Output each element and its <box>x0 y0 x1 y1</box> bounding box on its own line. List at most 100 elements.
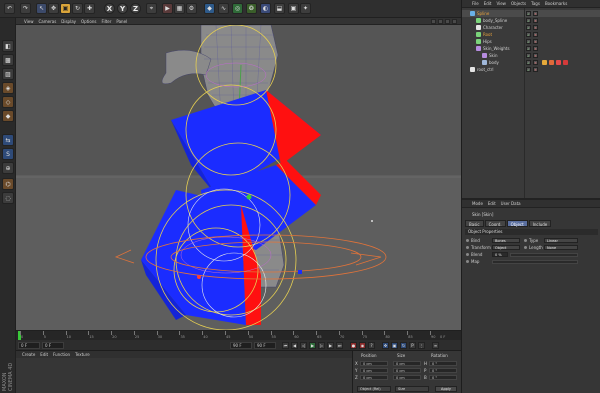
map-animate-dot[interactable] <box>466 260 469 263</box>
size-z-field[interactable]: 0 cm <box>393 375 421 380</box>
locked-workplane-icon[interactable]: ◌ <box>2 192 14 204</box>
joint-marker-red[interactable] <box>197 275 201 279</box>
viewport-menu-filter[interactable]: Filter <box>101 19 111 24</box>
objects-menu-bookmarks[interactable]: Bookmarks <box>545 1 567 6</box>
material-menu-edit[interactable]: Edit <box>40 352 48 357</box>
play-icon[interactable]: ▶ <box>309 342 316 349</box>
visibility-toggle[interactable]: ✓ <box>526 67 531 72</box>
objects-menu-objects[interactable]: Objects <box>511 1 526 6</box>
object-tag-icon[interactable] <box>549 60 554 65</box>
bind-dropdown[interactable]: Bones <box>492 238 520 243</box>
enable-toggle[interactable]: ✕ <box>533 18 538 23</box>
material-menu-create[interactable]: Create <box>22 352 35 357</box>
enable-toggle[interactable]: ✕ <box>533 11 538 16</box>
objects-menu-file[interactable]: File <box>472 1 479 6</box>
material-menu-texture[interactable]: Texture <box>75 352 90 357</box>
length-animate-dot[interactable] <box>524 246 527 249</box>
edges-mode-icon[interactable]: ◇ <box>2 96 14 108</box>
coordinate-system-icon[interactable]: ⌖ <box>146 3 157 14</box>
3d-viewport[interactable]: View Cameras Display Options Filter Pane… <box>16 18 461 330</box>
coordinate-mode-dropdown[interactable]: Object (Rel) <box>357 386 391 392</box>
size-mode-dropdown[interactable]: Size <box>395 386 429 392</box>
move-tool-icon[interactable]: ✥ <box>48 3 59 14</box>
enable-toggle[interactable]: ✕ <box>533 60 538 65</box>
workplane-icon[interactable]: ⌬ <box>2 178 14 190</box>
viewport-menu-view[interactable]: View <box>24 19 34 24</box>
enable-toggle[interactable]: ✕ <box>533 32 538 37</box>
prev-frame-icon[interactable]: ◁ <box>300 342 307 349</box>
undo-icon[interactable]: ↶ <box>4 3 15 14</box>
record-scale-icon[interactable]: ▣ <box>391 342 398 349</box>
record-rotation-icon[interactable]: ↻ <box>400 342 407 349</box>
object-row[interactable]: Root ✓ ✕ <box>462 31 600 38</box>
blend-field[interactable]: 0 % <box>492 252 508 257</box>
bind-animate-dot[interactable] <box>466 239 469 242</box>
objects-menu-edit[interactable]: Edit <box>484 1 492 6</box>
scale-tool-icon[interactable]: ▣ <box>60 3 71 14</box>
axis-y-lock[interactable]: Y <box>117 3 128 14</box>
rotation-p-field[interactable]: 0 ° <box>429 368 457 373</box>
viewport-menu-cameras[interactable]: Cameras <box>39 19 57 24</box>
end-frame-field[interactable]: 90 F <box>254 342 276 349</box>
transform-dropdown[interactable]: Object <box>492 245 520 250</box>
attributes-menu-mode[interactable]: Mode <box>472 201 483 206</box>
selected-joint-marker[interactable] <box>246 194 252 200</box>
size-y-field[interactable]: 0 cm <box>393 368 421 373</box>
snapping-icon[interactable]: ⊕ <box>2 162 14 174</box>
render-settings-icon[interactable]: ⚙ <box>186 3 197 14</box>
deformer-icon[interactable]: ◐ <box>260 3 271 14</box>
visibility-toggle[interactable]: ✓ <box>526 60 531 65</box>
spline-icon[interactable]: ∿ <box>218 3 229 14</box>
keyframe-selection-icon[interactable]: ? <box>368 342 375 349</box>
viewport-menu-panel[interactable]: Panel <box>116 19 127 24</box>
axis-z-lock[interactable]: Z <box>130 3 141 14</box>
viewport-menu-display[interactable]: Display <box>61 19 76 24</box>
max-frame-field[interactable]: 90 F <box>230 342 252 349</box>
camera-icon[interactable]: ▣ <box>288 3 299 14</box>
enable-toggle[interactable]: ✕ <box>533 67 538 72</box>
record-parameter-icon[interactable]: P <box>409 342 416 349</box>
position-z-field[interactable]: 0 cm <box>360 375 388 380</box>
record-pla-icon[interactable]: ⋮ <box>418 342 425 349</box>
size-x-field[interactable]: 0 cm <box>393 361 421 366</box>
prev-key-icon[interactable]: ◀ <box>291 342 298 349</box>
recent-tools-icon[interactable]: ✚ <box>84 3 95 14</box>
array-icon[interactable]: ❂ <box>246 3 257 14</box>
objects-menu-tags[interactable]: Tags <box>531 1 540 6</box>
blend-animate-dot[interactable] <box>466 253 469 256</box>
visibility-toggle[interactable]: ✓ <box>526 25 531 30</box>
autokey-icon[interactable]: ◉ <box>359 342 366 349</box>
zoom-icon[interactable] <box>438 19 443 24</box>
object-row[interactable]: Spline ✓ ✕ <box>462 10 600 17</box>
visibility-toggle[interactable]: ✓ <box>526 11 531 16</box>
object-row[interactable]: body_Spline ✓ ✕ <box>462 17 600 24</box>
apply-button[interactable]: Apply <box>435 386 457 392</box>
object-tag-icon[interactable] <box>563 60 568 65</box>
points-mode-icon[interactable]: ◈ <box>2 82 14 94</box>
axis-x-lock[interactable]: X <box>104 3 115 14</box>
go-to-start-icon[interactable]: ⏮ <box>282 342 289 349</box>
next-frame-icon[interactable]: ▷ <box>318 342 325 349</box>
timeline-ruler[interactable]: 0 5 10 15 20 25 30 35 40 45 50 55 60 65 70 75 80 85 90 0 F <box>16 331 461 340</box>
nurbs-icon[interactable]: ◎ <box>232 3 243 14</box>
render-view-icon[interactable]: ▶ <box>162 3 173 14</box>
record-position-icon[interactable]: ✥ <box>382 342 389 349</box>
orbit-icon[interactable] <box>445 19 450 24</box>
enable-toggle[interactable]: ✕ <box>533 25 538 30</box>
min-frame-field[interactable]: 0 F <box>42 342 64 349</box>
blend-slider[interactable] <box>510 253 578 257</box>
object-row[interactable]: Skin ✓ ✕ <box>462 52 600 59</box>
record-icon[interactable]: ● <box>350 342 357 349</box>
type-dropdown[interactable]: Linear <box>544 238 578 243</box>
joint-marker-blue[interactable] <box>298 270 302 274</box>
material-menu-function[interactable]: Function <box>53 352 70 357</box>
rotation-b-field[interactable]: 0 ° <box>429 375 457 380</box>
map-field[interactable] <box>492 260 578 264</box>
object-row[interactable]: Skin_Weights ✓ ✕ <box>462 45 600 52</box>
object-row[interactable]: Hips ✓ ✕ <box>462 38 600 45</box>
tab-object[interactable]: Object <box>506 220 528 227</box>
enable-toggle[interactable]: ✕ <box>533 39 538 44</box>
model-mode-icon[interactable]: ▩ <box>2 54 14 66</box>
pan-icon[interactable] <box>431 19 436 24</box>
position-y-field[interactable]: 0 cm <box>360 368 388 373</box>
